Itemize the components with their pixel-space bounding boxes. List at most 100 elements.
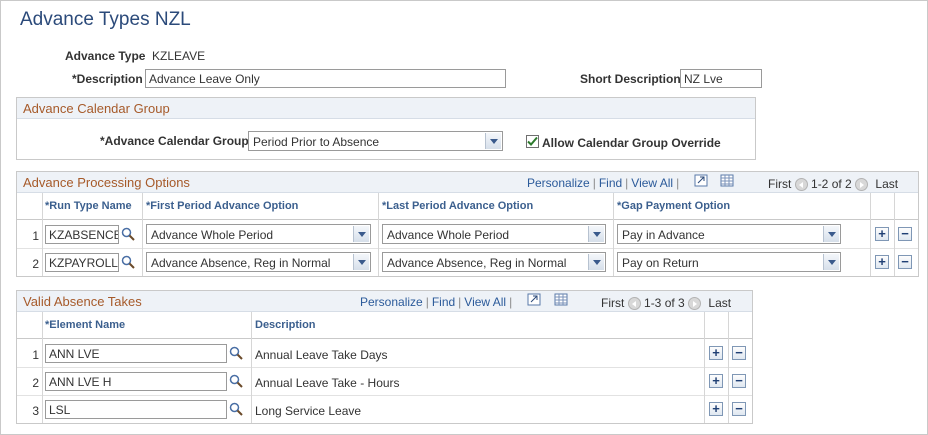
override-checkbox[interactable] — [526, 135, 539, 148]
previous-icon[interactable] — [794, 178, 808, 192]
row-number: 1 — [32, 229, 39, 243]
calendar-group-header: Advance Calendar Group — [17, 98, 755, 119]
gap-payment-value: Pay in Advance — [622, 228, 705, 242]
element-name-field[interactable]: ANN LVE H — [45, 372, 227, 391]
element-name-field[interactable]: LSL — [45, 400, 227, 419]
search-icon[interactable] — [121, 255, 135, 269]
range-text: 1-3 of 3 — [644, 296, 685, 310]
divider — [378, 193, 379, 276]
last-period-value: Advance Absence, Reg in Normal — [387, 256, 567, 270]
view-all-link[interactable]: View All — [631, 176, 673, 190]
last-period-value: Advance Whole Period — [387, 228, 510, 242]
divider — [613, 193, 614, 276]
absence-takes-title: Valid Absence Takes — [23, 294, 142, 309]
find-link[interactable]: Find — [432, 295, 455, 309]
divider — [17, 248, 918, 249]
search-icon[interactable] — [229, 374, 243, 388]
add-row-button[interactable]: + — [875, 227, 889, 241]
processing-nav: Personalize | Find | View All | — [527, 176, 680, 190]
col-first-period: *First Period Advance Option — [146, 200, 299, 212]
delete-row-button[interactable]: − — [898, 227, 912, 241]
first-link[interactable]: First — [601, 296, 624, 310]
absence-pager: First 1-3 of 3 Last — [601, 296, 731, 311]
divider — [17, 367, 752, 368]
delete-row-button[interactable]: − — [732, 402, 746, 416]
calendar-group-label: *Advance Calendar Group — [100, 134, 249, 148]
short-description-field[interactable]: NZ Lve — [680, 69, 762, 88]
chevron-down-icon[interactable] — [353, 226, 369, 242]
next-icon[interactable] — [688, 297, 702, 311]
description-label: *Description — [72, 72, 143, 86]
first-link[interactable]: First — [768, 177, 791, 191]
chevron-down-icon[interactable] — [353, 254, 369, 270]
last-period-select[interactable]: Advance Whole Period — [382, 224, 606, 244]
zoom-icon[interactable] — [527, 293, 541, 306]
row-number: 2 — [32, 376, 39, 390]
search-icon[interactable] — [229, 346, 243, 360]
first-period-select[interactable]: Advance Absence, Reg in Normal — [146, 252, 371, 272]
processing-options-title: Advance Processing Options — [23, 175, 190, 190]
delete-row-button[interactable]: − — [732, 374, 746, 388]
element-description: Annual Leave Take Days — [255, 348, 388, 362]
gap-payment-select[interactable]: Pay in Advance — [617, 224, 841, 244]
divider — [894, 193, 895, 276]
calendar-group-select[interactable]: Period Prior to Absence — [248, 131, 503, 151]
col-last-period: *Last Period Advance Option — [382, 200, 534, 212]
run-type-field[interactable]: KZPAYROLL — [45, 253, 119, 272]
advance-type-label: Advance Type — [65, 49, 146, 63]
calendar-group-title: Advance Calendar Group — [23, 101, 170, 116]
search-icon[interactable] — [121, 227, 135, 241]
chevron-down-icon[interactable] — [485, 133, 501, 149]
chevron-down-icon[interactable] — [823, 254, 839, 270]
divider — [42, 193, 43, 276]
divider — [17, 219, 918, 220]
check-icon — [527, 136, 538, 146]
next-icon[interactable] — [855, 178, 869, 192]
last-period-select[interactable]: Advance Absence, Reg in Normal — [382, 252, 606, 272]
download-grid-icon[interactable] — [720, 174, 734, 187]
last-link[interactable]: Last — [708, 296, 731, 310]
first-period-value: Advance Whole Period — [151, 228, 274, 242]
download-grid-icon[interactable] — [554, 293, 568, 306]
divider — [142, 193, 143, 276]
run-type-field[interactable]: KZABSENCE — [45, 225, 119, 244]
personalize-link[interactable]: Personalize — [527, 176, 590, 190]
divider — [17, 395, 752, 396]
advance-type-value: KZLEAVE — [152, 49, 206, 63]
range-text: 1-2 of 2 — [811, 177, 852, 191]
view-all-link[interactable]: View All — [464, 295, 506, 309]
divider — [728, 312, 729, 423]
divider — [870, 193, 871, 276]
chevron-down-icon[interactable] — [588, 254, 604, 270]
last-link[interactable]: Last — [875, 177, 898, 191]
chevron-down-icon[interactable] — [588, 226, 604, 242]
first-period-value: Advance Absence, Reg in Normal — [151, 256, 331, 270]
element-description: Annual Leave Take - Hours — [255, 376, 400, 390]
personalize-link[interactable]: Personalize — [360, 295, 423, 309]
gap-payment-value: Pay on Return — [622, 256, 699, 270]
row-number: 3 — [32, 404, 39, 418]
short-description-label: Short Description — [580, 72, 681, 86]
gap-payment-select[interactable]: Pay on Return — [617, 252, 841, 272]
chevron-down-icon[interactable] — [823, 226, 839, 242]
divider — [17, 338, 752, 339]
add-row-button[interactable]: + — [709, 346, 723, 360]
zoom-icon[interactable] — [694, 174, 708, 187]
absence-nav: Personalize | Find | View All | — [360, 295, 513, 309]
description-field[interactable]: Advance Leave Only — [145, 69, 506, 88]
add-row-button[interactable]: + — [709, 402, 723, 416]
delete-row-button[interactable]: − — [898, 255, 912, 269]
first-period-select[interactable]: Advance Whole Period — [146, 224, 371, 244]
divider — [42, 312, 43, 423]
delete-row-button[interactable]: − — [732, 346, 746, 360]
find-link[interactable]: Find — [599, 176, 622, 190]
page-title: Advance Types NZL — [20, 9, 191, 30]
previous-icon[interactable] — [627, 297, 641, 311]
add-row-button[interactable]: + — [875, 255, 889, 269]
element-name-field[interactable]: ANN LVE — [45, 344, 227, 363]
add-row-button[interactable]: + — [709, 374, 723, 388]
row-number: 1 — [32, 348, 39, 362]
col-run-type: *Run Type Name — [45, 200, 132, 212]
search-icon[interactable] — [229, 402, 243, 416]
col-description: Description — [255, 319, 316, 331]
